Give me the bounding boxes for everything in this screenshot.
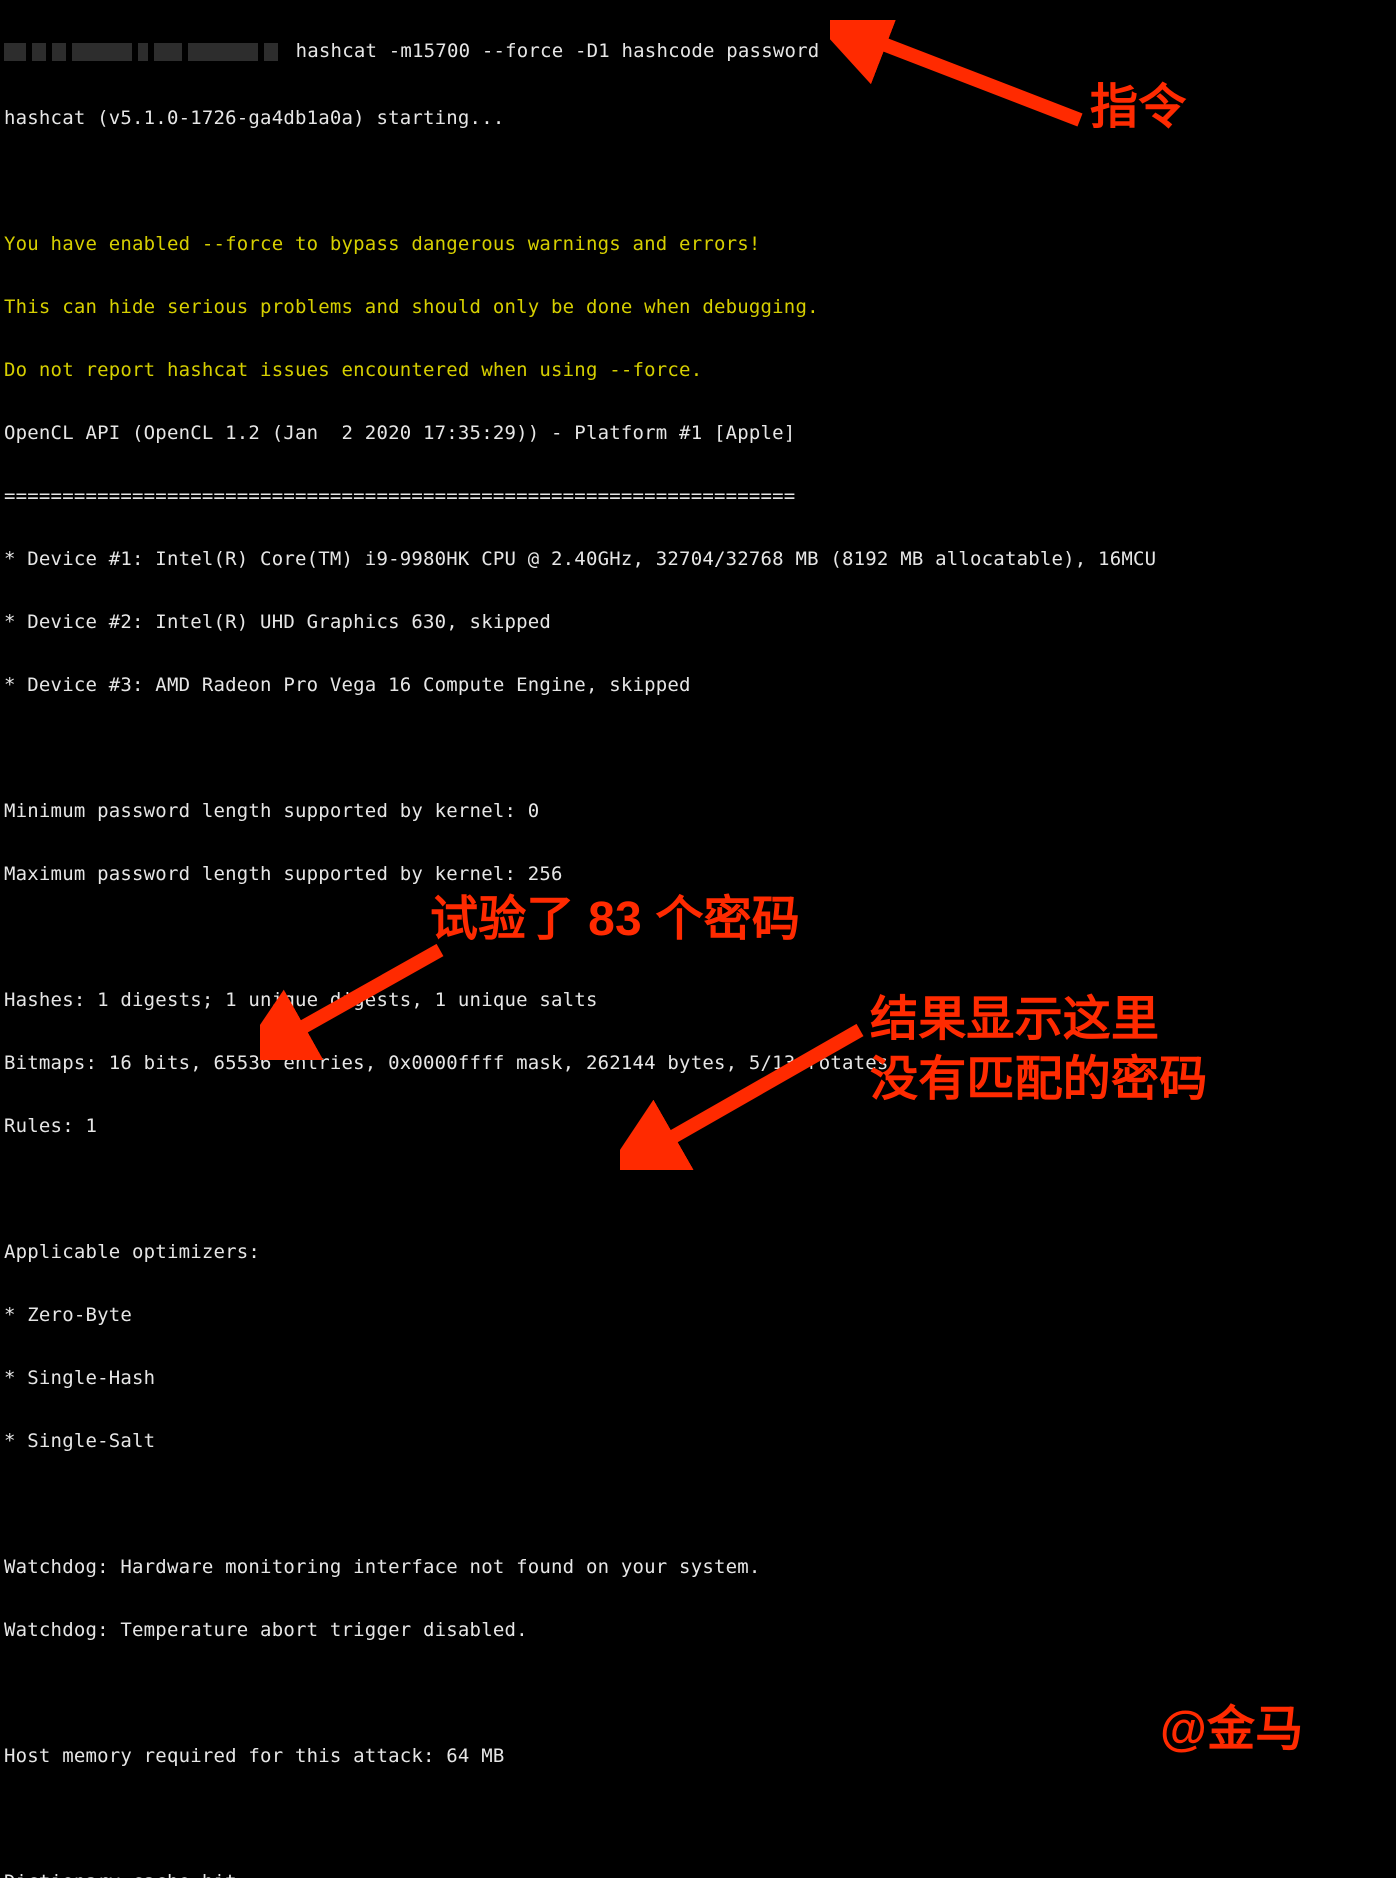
opencl-header: OpenCL API (OpenCL 1.2 (Jan 2 2020 17:35… — [4, 418, 1396, 450]
blank-line — [4, 733, 1396, 765]
rules-line: Rules: 1 — [4, 1111, 1396, 1143]
optimizers-header: Applicable optimizers: — [4, 1237, 1396, 1269]
blank-line — [4, 1489, 1396, 1521]
device-2: * Device #2: Intel(R) UHD Graphics 630, … — [4, 607, 1396, 639]
divider: ========================================… — [4, 481, 1396, 513]
force-warning-2: This can hide serious problems and shoul… — [4, 292, 1396, 324]
command-text: hashcat -m15700 --force -D1 hashcode pas… — [284, 40, 819, 62]
force-warning-3: Do not report hashcat issues encountered… — [4, 355, 1396, 387]
prompt-line: hashcat -m15700 --force -D1 hashcode pas… — [4, 36, 1396, 72]
hashes-line: Hashes: 1 digests; 1 unique digests, 1 u… — [4, 985, 1396, 1017]
min-password-length: Minimum password length supported by ker… — [4, 796, 1396, 828]
optimizer-zero-byte: * Zero-Byte — [4, 1300, 1396, 1332]
max-password-length: Maximum password length supported by ker… — [4, 859, 1396, 891]
blank-line — [4, 1174, 1396, 1206]
blank-line — [4, 1678, 1396, 1710]
optimizer-single-salt: * Single-Salt — [4, 1426, 1396, 1458]
blank-line — [4, 1804, 1396, 1836]
arrow-icon — [620, 1010, 880, 1170]
watchdog-2: Watchdog: Temperature abort trigger disa… — [4, 1615, 1396, 1647]
device-3: * Device #3: AMD Radeon Pro Vega 16 Comp… — [4, 670, 1396, 702]
blank-line — [4, 922, 1396, 954]
redacted-user-host — [4, 40, 284, 72]
starting-line: hashcat (v5.1.0-1726-ga4db1a0a) starting… — [4, 103, 1396, 135]
device-1: * Device #1: Intel(R) Core(TM) i9-9980HK… — [4, 544, 1396, 576]
blank-line — [4, 166, 1396, 198]
bitmaps-line: Bitmaps: 16 bits, 65536 entries, 0x0000f… — [4, 1048, 1396, 1080]
watchdog-1: Watchdog: Hardware monitoring interface … — [4, 1552, 1396, 1584]
optimizer-single-hash: * Single-Hash — [4, 1363, 1396, 1395]
terminal-output[interactable]: hashcat -m15700 --force -D1 hashcode pas… — [0, 0, 1396, 1878]
dictionary-cache-header: Dictionary cache hit: — [4, 1867, 1396, 1878]
host-memory: Host memory required for this attack: 64… — [4, 1741, 1396, 1773]
force-warning-1: You have enabled --force to bypass dange… — [4, 229, 1396, 261]
